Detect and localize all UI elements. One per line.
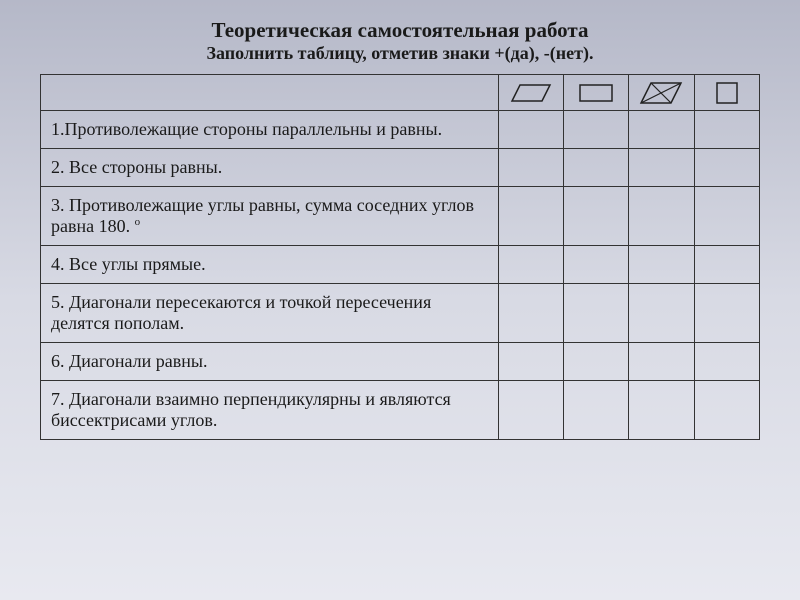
cell xyxy=(694,381,759,440)
header-rectangle xyxy=(563,75,628,111)
cell xyxy=(498,111,563,149)
table-row: 3. Противолежащие углы равны, сумма сосе… xyxy=(41,187,760,246)
cell xyxy=(498,343,563,381)
cell xyxy=(498,149,563,187)
cell xyxy=(563,284,628,343)
table-row: 1.Противолежащие стороны параллельны и р… xyxy=(41,111,760,149)
row-text: 2. Все стороны равны. xyxy=(41,149,499,187)
cell xyxy=(629,246,694,284)
cell xyxy=(563,187,628,246)
cell xyxy=(498,187,563,246)
table-row: 7. Диагонали взаимно перпендикулярны и я… xyxy=(41,381,760,440)
square-icon xyxy=(714,80,740,106)
header-row xyxy=(41,75,760,111)
parallelogram-icon xyxy=(510,82,552,104)
table-row: 5. Диагонали пересекаются и точкой перес… xyxy=(41,284,760,343)
row-text: 4. Все углы прямые. xyxy=(41,246,499,284)
properties-table: 1.Противолежащие стороны параллельны и р… xyxy=(40,74,760,440)
cell xyxy=(563,381,628,440)
header-square xyxy=(694,75,759,111)
cell xyxy=(498,381,563,440)
header-empty xyxy=(41,75,499,111)
page-title: Теоретическая самостоятельная работа xyxy=(40,18,760,43)
cell xyxy=(498,284,563,343)
row-text: 6. Диагонали равны. xyxy=(41,343,499,381)
header-parallelogram xyxy=(498,75,563,111)
cell xyxy=(629,187,694,246)
cell xyxy=(563,343,628,381)
rectangle-icon xyxy=(576,82,616,104)
cell xyxy=(563,111,628,149)
cell xyxy=(629,284,694,343)
cell xyxy=(629,111,694,149)
row-text: 7. Диагонали взаимно перпендикулярны и я… xyxy=(41,381,499,440)
degree-symbol: о xyxy=(135,216,141,228)
cell xyxy=(694,246,759,284)
table-row: 4. Все углы прямые. xyxy=(41,246,760,284)
row-text-pre: 3. Противолежащие углы равны, сумма сосе… xyxy=(51,195,474,236)
cell xyxy=(563,149,628,187)
cell xyxy=(694,187,759,246)
rhombus-icon xyxy=(639,80,683,106)
cell xyxy=(629,381,694,440)
cell xyxy=(694,284,759,343)
row-text: 3. Противолежащие углы равны, сумма сосе… xyxy=(41,187,499,246)
cell xyxy=(498,246,563,284)
cell xyxy=(694,111,759,149)
row-text: 1.Противолежащие стороны параллельны и р… xyxy=(41,111,499,149)
cell xyxy=(694,149,759,187)
table-row: 6. Диагонали равны. xyxy=(41,343,760,381)
header-rhombus xyxy=(629,75,694,111)
cell xyxy=(563,246,628,284)
row-text: 5. Диагонали пересекаются и точкой перес… xyxy=(41,284,499,343)
cell xyxy=(629,343,694,381)
page-subtitle: Заполнить таблицу, отметив знаки +(да), … xyxy=(40,43,760,64)
cell xyxy=(629,149,694,187)
cell xyxy=(694,343,759,381)
table-row: 2. Все стороны равны. xyxy=(41,149,760,187)
